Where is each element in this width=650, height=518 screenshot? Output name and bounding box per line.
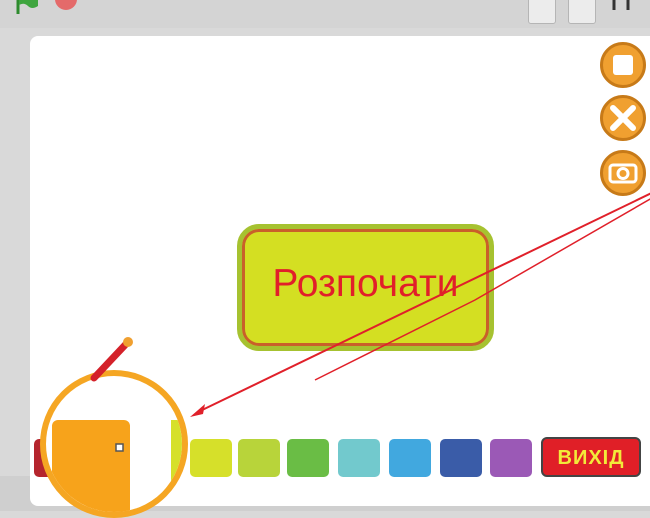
annotation-arrows <box>90 192 650 417</box>
pencil-icon <box>90 337 133 382</box>
